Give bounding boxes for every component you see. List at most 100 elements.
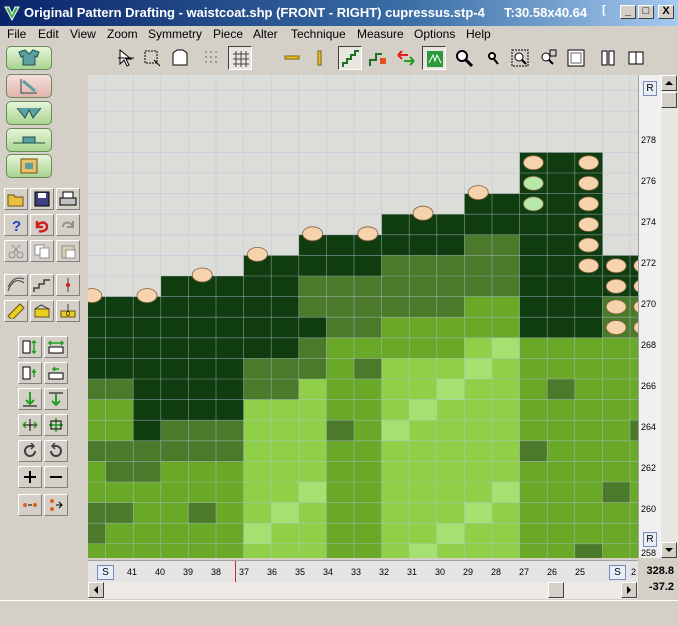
zoom-out-region-icon[interactable] — [536, 46, 560, 70]
stitch-cell — [354, 543, 383, 558]
shrink-horizontal-icon[interactable] — [44, 362, 68, 384]
expand-all-icon[interactable] — [44, 414, 68, 436]
vertical-scroll-thumb[interactable] — [661, 92, 677, 108]
scroll-right-icon[interactable] — [621, 582, 637, 598]
maximize-button[interactable]: □ — [638, 5, 654, 19]
print-icon[interactable] — [56, 188, 80, 210]
close-button[interactable]: X — [658, 5, 674, 19]
select-arrow-icon[interactable] — [114, 46, 138, 70]
ruler-right-badge[interactable]: S — [609, 565, 626, 580]
stitch-cell — [381, 399, 410, 421]
rotate-cw-icon[interactable] — [18, 440, 42, 462]
stitch-cell — [547, 255, 576, 277]
menu-zoom[interactable]: Zoom — [107, 27, 138, 41]
measure-point-icon[interactable]: 0 — [56, 300, 80, 322]
dash-horizontal-icon[interactable] — [280, 46, 304, 70]
stitch-cell — [271, 482, 300, 504]
measure-step-icon[interactable] — [30, 300, 54, 322]
bead — [578, 155, 600, 171]
stitch-cell — [464, 317, 493, 339]
stitch-cell — [298, 379, 327, 401]
menu-technique[interactable]: Technique — [291, 27, 346, 41]
swap-arrows-icon[interactable] — [394, 46, 418, 70]
scroll-left-icon[interactable] — [88, 582, 104, 598]
menu-measure[interactable]: Measure — [357, 27, 404, 41]
zoom-small-icon[interactable] — [480, 46, 504, 70]
pattern-view-icon[interactable] — [422, 46, 446, 70]
piece-measure-icon[interactable] — [6, 74, 52, 98]
shirt-front-icon[interactable] — [6, 46, 52, 70]
move-down-alt-icon[interactable] — [44, 388, 68, 410]
staircase-icon[interactable] — [338, 46, 362, 70]
menu-file[interactable]: File — [7, 27, 26, 41]
menu-edit[interactable]: Edit — [38, 27, 59, 41]
stitch-cell — [547, 523, 576, 545]
zoom-icon[interactable] — [452, 46, 476, 70]
ruler-top-badge[interactable]: R — [643, 81, 657, 96]
stitch-cell — [492, 276, 521, 298]
rotate-ccw-icon[interactable] — [44, 440, 68, 462]
open-folder-icon[interactable] — [4, 188, 28, 210]
menu-symmetry[interactable]: Symmetry — [148, 27, 202, 41]
dot-split-icon[interactable] — [44, 494, 68, 516]
ruler-bottom-badge[interactable]: R — [643, 532, 657, 547]
stitch-cell — [519, 523, 548, 545]
stitch-cell — [188, 379, 217, 401]
mirror-front-icon[interactable] — [596, 46, 620, 70]
stitch-cell — [547, 440, 576, 462]
zoom-in-region-icon[interactable] — [508, 46, 532, 70]
preview-frame-icon[interactable] — [6, 154, 52, 178]
scroll-up-icon[interactable] — [661, 75, 677, 91]
stretch-horizontal-icon[interactable] — [44, 336, 68, 358]
copy-icon[interactable] — [30, 240, 54, 262]
ruler-diagonal-icon[interactable] — [4, 300, 28, 322]
undo-icon[interactable] — [30, 214, 54, 236]
stitch-cell — [409, 255, 438, 277]
horizontal-scrollbar[interactable] — [88, 582, 638, 599]
remove-icon[interactable] — [44, 466, 68, 488]
step-tool-icon[interactable] — [30, 274, 54, 296]
redo-icon[interactable] — [56, 214, 80, 236]
collar-icon[interactable] — [6, 101, 52, 125]
staircase-color-icon[interactable] — [366, 46, 390, 70]
dot-add-icon[interactable] — [18, 494, 42, 516]
minimize-button[interactable]: _ — [620, 5, 636, 19]
ruler-left-badge[interactable]: S — [97, 565, 114, 580]
grid-lines-icon[interactable] — [228, 46, 252, 70]
stretch-vertical-icon[interactable] — [18, 336, 42, 358]
ruler-label: 28 — [491, 567, 502, 577]
move-down-icon[interactable] — [18, 388, 42, 410]
menu-view[interactable]: View — [70, 27, 96, 41]
mirror-back-icon[interactable] — [624, 46, 648, 70]
cut-icon[interactable] — [4, 240, 28, 262]
pin-tool-icon[interactable] — [56, 274, 80, 296]
menu-help[interactable]: Help — [466, 27, 491, 41]
fit-page-icon[interactable] — [564, 46, 588, 70]
pattern-grid[interactable] — [88, 75, 638, 558]
horizontal-scroll-thumb[interactable] — [548, 582, 564, 598]
stitch-cell — [160, 317, 189, 339]
ruler-label: 38 — [211, 567, 222, 577]
grid-dots-icon[interactable] — [200, 46, 224, 70]
pattern-canvas[interactable] — [88, 75, 638, 558]
menu-alter[interactable]: Alter — [253, 27, 278, 41]
curve-tool-icon[interactable] — [4, 274, 28, 296]
stitch-cell — [381, 358, 410, 380]
help-icon[interactable]: ? — [4, 214, 28, 236]
scroll-down-icon[interactable] — [661, 542, 677, 558]
menu-options[interactable]: Options — [414, 27, 455, 41]
expand-out-icon[interactable] — [18, 414, 42, 436]
stitch-cell — [519, 255, 548, 277]
stitch-cell — [602, 461, 631, 483]
menu-piece[interactable]: Piece — [213, 27, 243, 41]
shrink-vertical-icon[interactable] — [18, 362, 42, 384]
add-icon[interactable] — [18, 466, 42, 488]
garment-layout-icon[interactable] — [6, 128, 52, 152]
save-disk-icon[interactable] — [30, 188, 54, 210]
paste-icon[interactable] — [56, 240, 80, 262]
select-box-icon[interactable] — [140, 46, 164, 70]
shirt-outline-icon[interactable] — [168, 46, 192, 70]
stitch-cell — [519, 214, 548, 236]
vertical-scrollbar[interactable] — [661, 75, 678, 558]
dash-vertical-icon[interactable] — [308, 46, 332, 70]
